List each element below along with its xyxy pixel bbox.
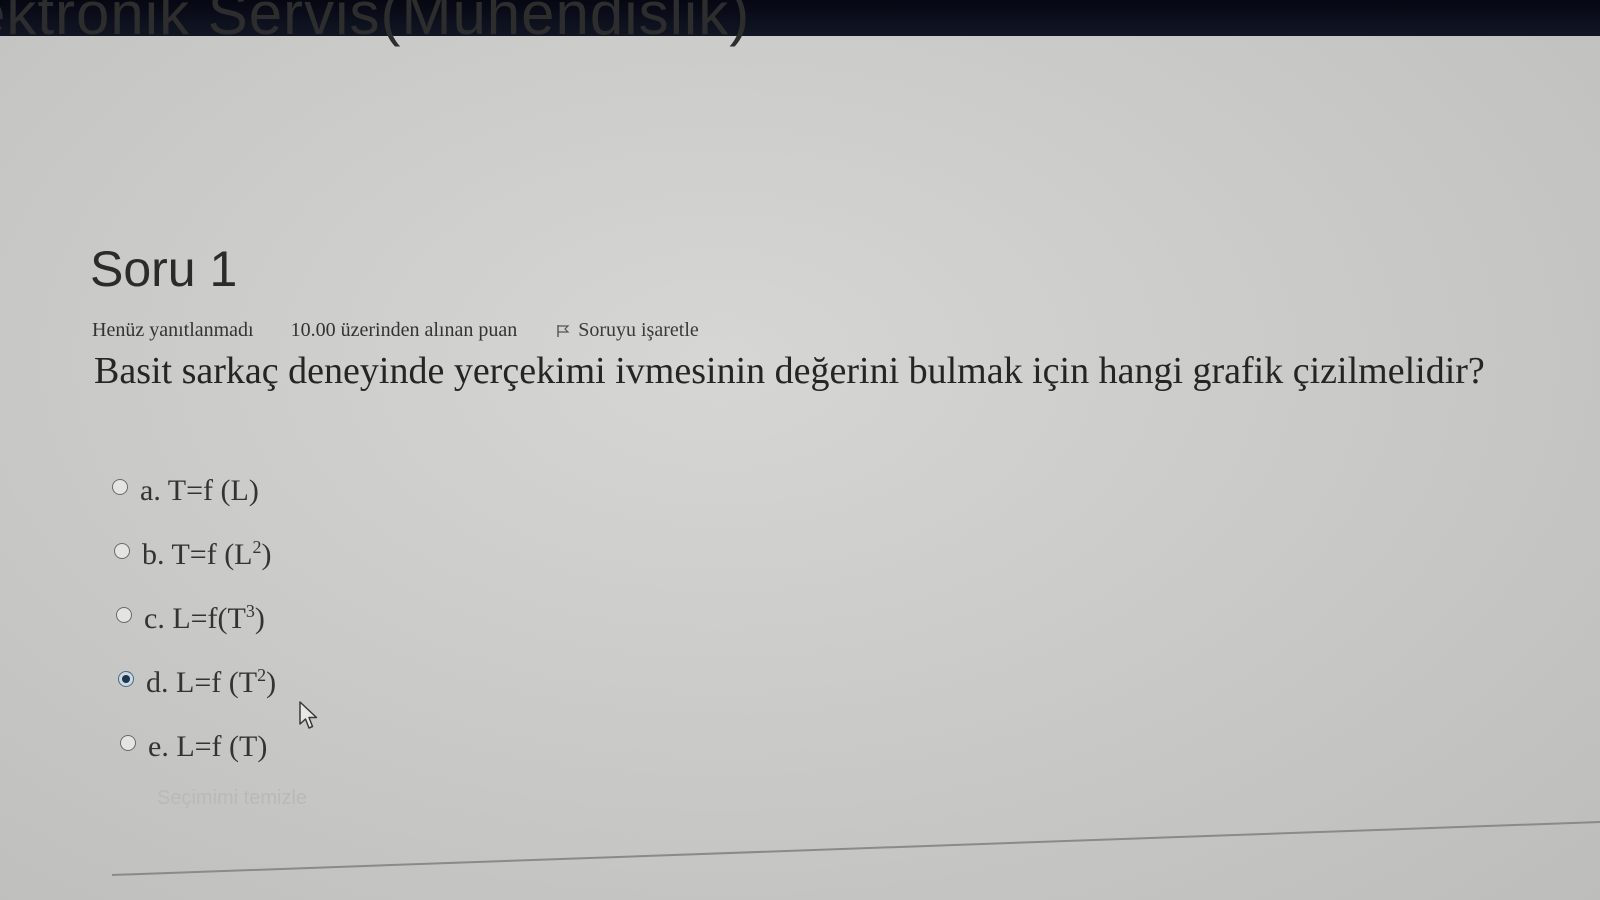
answer-label-e: e. L=f (T) [148,730,268,763]
question-text: Basit sarkaç deneyinde yerçekimi ivmesin… [94,350,1485,392]
flag-question-label: Soruyu işaretle [578,319,699,341]
answer-radio-d[interactable] [118,671,134,687]
answer-label-d: d. L=f (T2) [146,665,277,699]
answer-radio-e[interactable] [120,735,136,751]
question-info: Henüz yanıtlanmadı 10.00 üzerinden alına… [92,318,699,342]
answer-option-a[interactable]: a. T=f (L) [112,455,276,519]
course-title: ektronik Servis(Mühendislik) [0,0,751,47]
divider-line [112,821,1600,876]
question-grade: 10.00 üzerinden alınan puan [290,319,518,341]
answer-option-e[interactable]: e. L=f (T) [120,711,276,775]
answer-label-b: b. T=f (L2) [142,537,272,571]
answer-radio-b[interactable] [114,543,130,559]
clear-choice-link[interactable]: Seçimimi temizle [157,787,307,810]
answer-option-b[interactable]: b. T=f (L2) [114,519,276,583]
answer-radio-a[interactable] [112,479,128,495]
answer-list: a. T=f (L) b. T=f (L2) c. L=f(T3) d. L=f… [112,455,276,775]
question-status: Henüz yanıtlanmadı [92,319,254,341]
flag-icon [557,325,570,337]
answer-option-d[interactable]: d. L=f (T2) [118,647,276,711]
answer-label-c: c. L=f(T3) [144,601,265,635]
answer-radio-c[interactable] [116,607,132,623]
flag-question-link[interactable]: Soruyu işaretle [556,318,699,342]
question-number: Soru 1 [90,241,238,297]
mouse-pointer-icon [299,701,318,729]
answer-label-a: a. T=f (L) [140,474,259,507]
answer-option-c[interactable]: c. L=f(T3) [116,583,276,647]
